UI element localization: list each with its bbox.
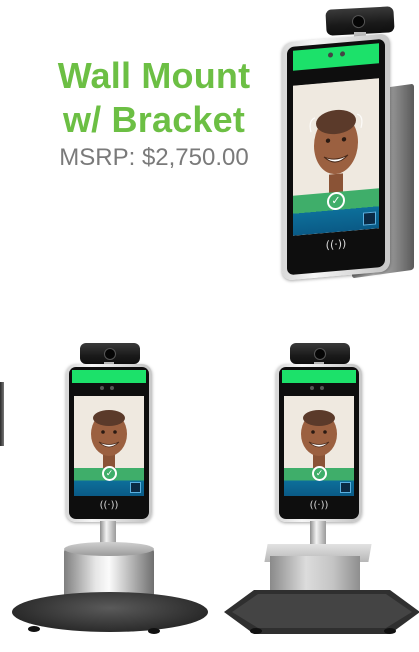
sensor-dot-icon — [310, 386, 314, 390]
checkmark-icon: ✓ — [312, 466, 327, 481]
screen-display: ✓ — [74, 396, 144, 496]
qr-code-icon — [130, 482, 141, 493]
camera-lens-icon — [351, 14, 366, 29]
tablet-body: ✓ ((·)) — [66, 364, 152, 522]
base-foot — [148, 628, 160, 634]
tablet-body: ✓ ((·)) — [276, 364, 362, 522]
camera-lens-icon — [104, 348, 116, 360]
screen-status-bar — [282, 370, 356, 383]
qr-code-icon — [340, 482, 351, 493]
base-foot — [250, 628, 262, 634]
base-foot — [384, 628, 396, 634]
price-label: MSRP: $2,750.00 — [59, 144, 249, 171]
checkmark-icon: ✓ — [102, 466, 117, 481]
screen-display: ✓ — [293, 78, 379, 236]
product-headline: Wall Mount w/ Bracket MSRP: $2,750.00 — [34, 58, 274, 170]
cropped-device-edge — [0, 382, 4, 446]
pedestal-top — [64, 542, 154, 556]
sensor-dot-icon — [100, 386, 104, 390]
tablet-body: ✓ ((·)) — [282, 33, 390, 281]
screen-status-bar — [72, 370, 146, 383]
sensor-dot-icon — [320, 386, 324, 390]
qr-code-icon — [363, 211, 376, 226]
camera-module — [290, 343, 350, 364]
camera-module — [80, 343, 140, 364]
camera-lens-icon — [314, 348, 326, 360]
stand-base — [12, 592, 208, 632]
base-foot — [28, 626, 40, 632]
product-title-line-1: Wall Mount — [57, 55, 251, 96]
nfc-icon: ((·)) — [99, 500, 119, 511]
product-title-line-2: w/ Bracket — [62, 99, 246, 140]
nfc-icon: ((·)) — [309, 500, 329, 511]
sensor-dot-icon — [110, 386, 114, 390]
screen-display: ✓ — [284, 396, 354, 496]
